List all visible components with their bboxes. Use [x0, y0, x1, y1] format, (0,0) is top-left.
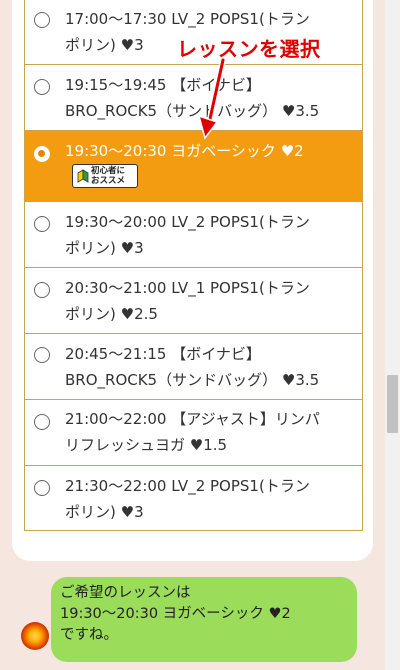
badge-line-1: 初心者に: [91, 166, 126, 176]
radio-button[interactable]: [34, 216, 50, 232]
lesson-item[interactable]: 20:45〜21:15 【ボイナビ】 BRO_ROCK5（サンドバッグ） ♥3.…: [25, 334, 362, 400]
lesson-item-selected[interactable]: 19:30〜20:30 ヨガベーシック ♥2 初心者に おススメ: [25, 131, 362, 202]
radio-button[interactable]: [34, 347, 50, 363]
lesson-label: 21:30〜22:00 LV_2 POPS1(トラン ポリン) ♥3: [65, 477, 310, 521]
radio-button[interactable]: [34, 414, 50, 430]
lesson-list: 17:00〜17:30 LV_2 POPS1(トラン ポリン) ♥3 19:15…: [24, 0, 363, 531]
beginner-recommended-badge: 初心者に おススメ: [72, 164, 138, 188]
beginner-mark-icon: [77, 169, 89, 183]
lesson-item[interactable]: 19:30〜20:00 LV_2 POPS1(トラン ポリン) ♥3: [25, 202, 362, 268]
scrollbar-track[interactable]: [385, 0, 400, 670]
bot-avatar: [21, 622, 49, 650]
chat-message: ご希望のレッスンは 19:30〜20:30 ヨガベーシック ♥2 ですね。: [60, 585, 291, 643]
radio-button[interactable]: [34, 480, 50, 496]
lesson-label: 20:45〜21:15 【ボイナビ】 BRO_ROCK5（サンドバッグ） ♥3.…: [65, 345, 320, 389]
scrollbar-thumb[interactable]: [387, 375, 398, 433]
radio-button[interactable]: [34, 282, 50, 298]
lesson-label: 20:30〜21:00 LV_1 POPS1(トラン ポリン) ♥2.5: [65, 279, 310, 323]
lesson-label: 19:30〜20:30 ヨガベーシック ♥2: [65, 142, 304, 160]
radio-button[interactable]: [34, 79, 50, 95]
lesson-item[interactable]: 20:30〜21:00 LV_1 POPS1(トラン ポリン) ♥2.5: [25, 268, 362, 334]
lesson-label: 21:00〜22:00 【アジャスト】リンパ リフレッシュヨガ ♥1.5: [65, 410, 320, 454]
lesson-label: 19:30〜20:00 LV_2 POPS1(トラン ポリン) ♥3: [65, 213, 310, 257]
radio-button[interactable]: [34, 12, 50, 28]
lesson-item[interactable]: 21:30〜22:00 LV_2 POPS1(トラン ポリン) ♥3: [25, 466, 362, 530]
badge-line-2: おススメ: [91, 176, 126, 186]
chat-bubble: ご希望のレッスンは 19:30〜20:30 ヨガベーシック ♥2 ですね。: [51, 577, 357, 662]
annotation-arrow-icon: [197, 58, 226, 140]
radio-button-selected[interactable]: [34, 146, 50, 162]
lesson-item[interactable]: 21:00〜22:00 【アジャスト】リンパ リフレッシュヨガ ♥1.5: [25, 400, 362, 466]
lesson-item[interactable]: 19:15〜19:45 【ボイナビ】 BRO_ROCK5（サンドバッグ） ♥3.…: [25, 65, 362, 131]
